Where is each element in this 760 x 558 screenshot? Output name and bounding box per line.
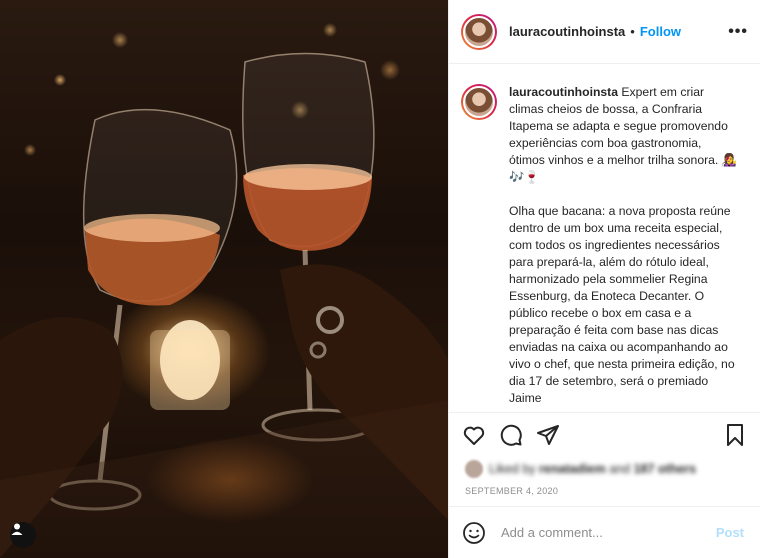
header-separator-dot: • bbox=[630, 24, 635, 39]
wine-glasses-illustration bbox=[0, 52, 448, 558]
comment-input[interactable] bbox=[501, 525, 716, 540]
post-comment-button[interactable]: Post bbox=[716, 525, 744, 540]
post-date: SEPTEMBER 4, 2020 bbox=[465, 486, 559, 496]
caption-area: lauracoutinhoinsta Expert em criar clima… bbox=[449, 64, 760, 412]
heart-icon[interactable] bbox=[461, 422, 487, 448]
bookmark-icon[interactable] bbox=[722, 422, 748, 448]
caption-username[interactable]: lauracoutinhoinsta bbox=[509, 85, 618, 99]
likes-others[interactable]: 187 others bbox=[634, 462, 697, 476]
emoji-icon[interactable] bbox=[461, 520, 487, 546]
header-avatar[interactable] bbox=[461, 13, 497, 50]
caption-paragraph-2: Olha que bacana: a nova proposta reúne d… bbox=[509, 204, 735, 405]
caption-avatar[interactable] bbox=[461, 84, 497, 120]
tagged-user-button[interactable] bbox=[10, 522, 36, 548]
more-options-icon[interactable]: ••• bbox=[728, 23, 748, 41]
follow-button[interactable]: Follow bbox=[640, 24, 681, 39]
comment-bar: Post bbox=[449, 506, 760, 558]
user-icon bbox=[11, 523, 23, 535]
likes-prefix: Liked by bbox=[489, 462, 536, 476]
caption-text: lauracoutinhoinsta Expert em criar clima… bbox=[509, 84, 737, 412]
post-header: lauracoutinhoinsta • Follow ••• bbox=[449, 0, 760, 64]
caption-paragraph-1: Expert em criar climas cheios de bossa, … bbox=[509, 85, 737, 184]
likes-text: Liked by renatadiem and 187 others bbox=[489, 462, 696, 476]
likes-and: and bbox=[609, 462, 631, 476]
likes-user[interactable]: renatadiem bbox=[539, 462, 606, 476]
paper-plane-icon[interactable] bbox=[535, 422, 561, 448]
post-side-panel: lauracoutinhoinsta • Follow ••• lauracou… bbox=[448, 0, 760, 558]
liker-avatar bbox=[465, 460, 483, 478]
likes-row[interactable]: Liked by renatadiem and 187 others bbox=[449, 456, 760, 478]
header-username[interactable]: lauracoutinhoinsta bbox=[509, 24, 625, 39]
comment-icon[interactable] bbox=[498, 422, 524, 448]
post-photo[interactable] bbox=[0, 0, 448, 558]
action-bar bbox=[449, 412, 760, 456]
